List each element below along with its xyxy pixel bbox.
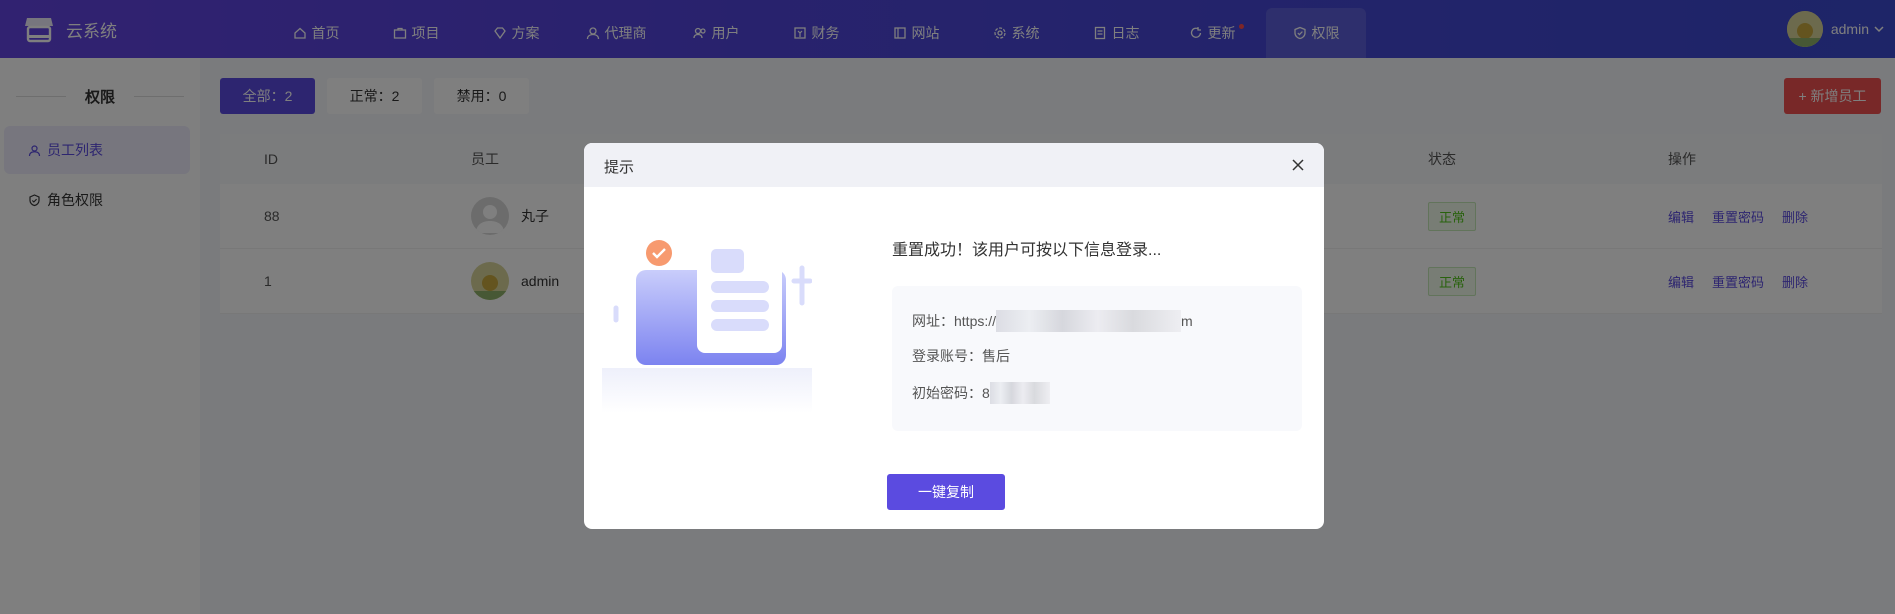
redacted-password [989,382,1050,404]
account-value: 售后 [982,348,1010,364]
account-line: 登录账号： 售后 [912,346,1010,366]
url-label: 网址： [912,313,954,329]
login-info-box: 网址： https:// m 登录账号： 售后 初始密码： 8 [892,286,1302,431]
close-icon[interactable] [1288,155,1308,175]
url-value-suffix: m [1181,313,1193,329]
redacted-url [996,310,1182,332]
dialog-header: 提示 [584,143,1324,187]
url-line: 网址： https:// m [912,310,1193,332]
reset-success-dialog: 提示 重置成功！该用户可按以下信息登录... 网址： https:// m 登录… [584,143,1324,529]
dialog-message: 重置成功！该用户可按以下信息登录... [892,242,1162,259]
url-value-prefix: https:// [954,313,997,329]
account-label: 登录账号： [912,348,982,364]
password-label: 初始密码： [912,385,982,401]
password-value-prefix: 8 [982,385,990,401]
copy-all-button[interactable]: 一键复制 [887,474,1005,510]
password-line: 初始密码： 8 [912,382,1050,404]
success-illustration [602,233,812,413]
dialog-title: 提示 [604,159,635,176]
